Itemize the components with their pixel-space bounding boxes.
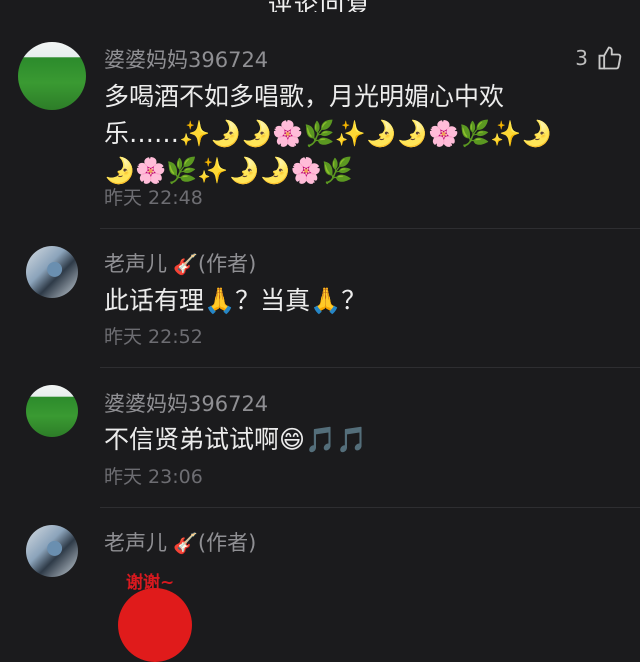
page-title: 评论回复 [0, 0, 640, 12]
comment-time: 昨天 23:06 [104, 466, 203, 488]
comment-username[interactable]: 老声儿 🎸(作者) [104, 248, 256, 278]
username-text: 老声儿 [104, 531, 167, 555]
comment-text: 不信贤弟试试啊😄🎵🎵 [104, 425, 368, 454]
like-count: 3 [575, 46, 588, 70]
sticker-caption: 谢谢~ [126, 573, 175, 593]
author-tag: (作者) [197, 531, 257, 555]
guitar-icon: 🎸 [173, 531, 198, 555]
thumbs-up-icon [598, 46, 622, 70]
divider [100, 507, 640, 508]
comment-username[interactable]: 老声儿 🎸(作者) [104, 527, 256, 557]
author-tag: (作者) [197, 252, 257, 276]
guitar-icon: 🎸 [173, 252, 198, 276]
avatar[interactable] [26, 385, 78, 437]
sticker-image[interactable]: 谢谢~ [100, 568, 210, 662]
red-hair-character-sticker [118, 588, 192, 662]
divider [100, 228, 640, 229]
comment-text: 多喝酒不如多唱歌，月光明媚心中欢乐……✨🌛🌛🌸🌿✨🌛🌛🌸🌿✨🌛🌛🌸🌿✨🌛🌛🌸🌿 [104, 82, 553, 185]
comment-text: 此话有理🙏？当真🙏？ [104, 286, 367, 315]
avatar[interactable] [26, 525, 78, 577]
top-bar: 评论回复 [0, 0, 640, 12]
comment-time: 昨天 22:48 [104, 187, 203, 209]
username-text: 老声儿 [104, 252, 167, 276]
comment-username[interactable]: 婆婆妈妈396724 [104, 388, 268, 418]
comment-time: 昨天 22:52 [104, 326, 203, 348]
avatar[interactable] [18, 42, 86, 110]
comment-username[interactable]: 婆婆妈妈396724 [104, 44, 268, 74]
divider [100, 367, 640, 368]
avatar[interactable] [26, 246, 78, 298]
like-button[interactable]: 3 [575, 44, 624, 72]
